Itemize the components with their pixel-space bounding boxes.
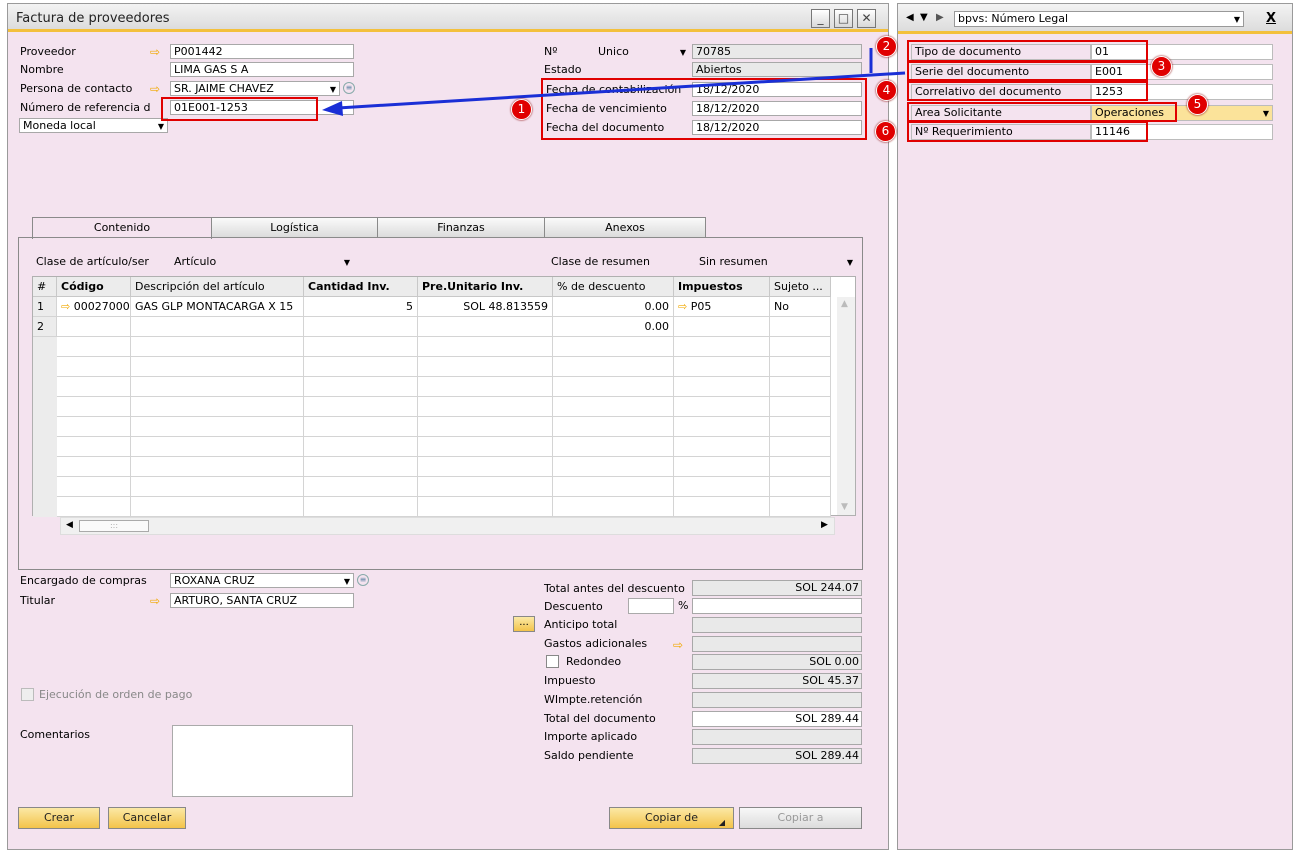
annotation-badge-2: 2 [876,36,897,57]
annotation-arrow [322,48,906,116]
annotation-badge-6: 6 [875,121,896,142]
annotation-badge-4: 4 [876,80,897,101]
annotation-badge-5: 5 [1187,94,1208,115]
annotation-badge-3: 3 [1151,56,1172,77]
annotation-badge-1: 1 [511,99,532,120]
